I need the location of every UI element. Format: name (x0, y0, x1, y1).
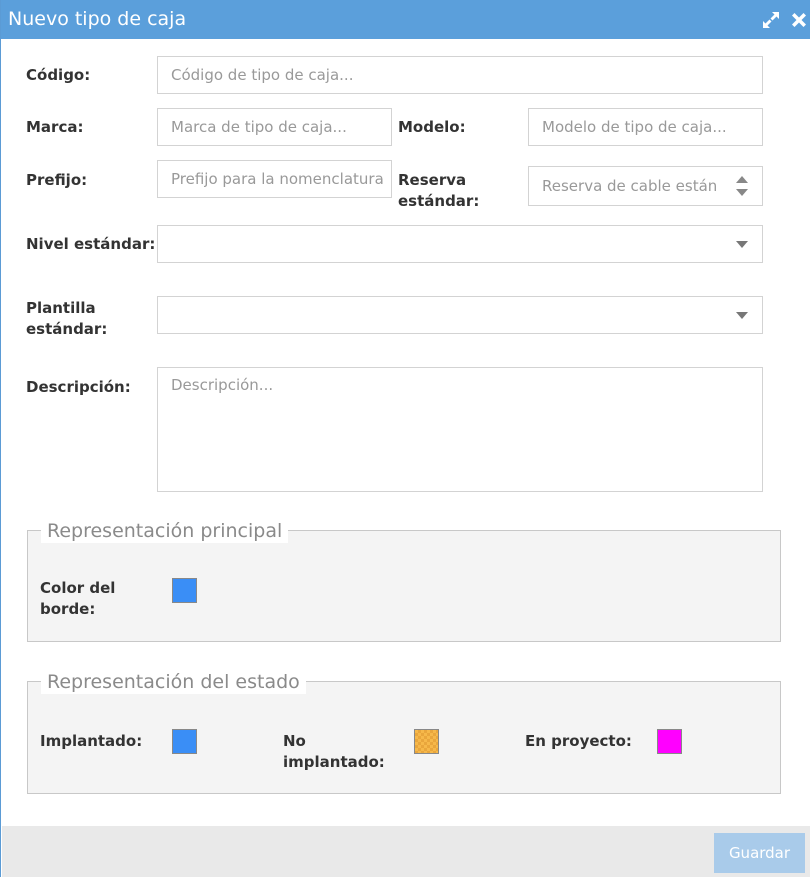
prefijo-input[interactable]: Prefijo para la nomenclatura (157, 160, 392, 198)
codigo-placeholder: Código de tipo de caja... (171, 66, 354, 84)
chevron-down-icon[interactable] (736, 241, 748, 248)
marca-input[interactable]: Marca de tipo de caja... (157, 108, 392, 146)
reserva-label: Reserva estándar: (398, 170, 479, 212)
descripcion-label: Descripción: (26, 378, 131, 396)
principal-fieldset (27, 530, 781, 642)
dialog-title: Nuevo tipo de caja (8, 8, 187, 30)
chevron-down-icon[interactable] (736, 312, 748, 319)
dialog-footer (2, 826, 810, 877)
close-icon[interactable] (789, 10, 809, 30)
estado-legend: Representación del estado (41, 670, 306, 694)
no-implantado-label-line2: implantado: (283, 753, 385, 771)
color-borde-swatch[interactable] (172, 578, 197, 603)
plantilla-label: Plantilla estándar: (26, 298, 107, 340)
spinner-up-icon[interactable] (736, 176, 748, 183)
plantilla-label-line1: Plantilla (26, 299, 96, 317)
spinner-down-icon[interactable] (736, 189, 748, 196)
color-borde-label: Color del borde: (40, 578, 115, 620)
no-implantado-label: No implantado: (283, 731, 385, 773)
prefijo-placeholder: Prefijo para la nomenclatura (171, 170, 384, 188)
nivel-select[interactable] (157, 225, 763, 263)
en-proyecto-color-swatch[interactable] (657, 729, 682, 754)
marca-placeholder: Marca de tipo de caja... (171, 118, 347, 136)
color-borde-label-line1: Color del (40, 579, 116, 597)
dialog-window: Nuevo tipo de caja Código: Código de tip… (0, 0, 810, 877)
no-implantado-label-line1: No (283, 732, 306, 750)
color-borde-label-line2: borde: (40, 600, 96, 618)
reserva-label-line1: Reserva (398, 171, 467, 189)
modelo-label: Modelo: (398, 118, 466, 136)
expand-icon[interactable] (761, 10, 781, 30)
plantilla-select[interactable] (157, 296, 763, 334)
marca-label: Marca: (26, 118, 84, 136)
modelo-placeholder: Modelo de tipo de caja... (542, 118, 727, 136)
en-proyecto-label: En proyecto: (525, 732, 632, 750)
reserva-label-line2: estándar: (398, 192, 480, 210)
descripcion-placeholder: Descripción... (171, 376, 274, 394)
plantilla-label-line2: estándar: (26, 320, 108, 338)
reserva-number-input[interactable]: Reserva de cable están (528, 166, 763, 206)
implantado-label: Implantado: (40, 732, 143, 750)
save-button[interactable]: Guardar (714, 833, 805, 873)
no-implantado-color-swatch[interactable] (414, 729, 439, 754)
reserva-placeholder: Reserva de cable están (542, 177, 718, 195)
descripcion-textarea[interactable]: Descripción... (157, 367, 763, 492)
nivel-label: Nivel estándar: (26, 235, 156, 253)
codigo-input[interactable]: Código de tipo de caja... (157, 56, 763, 94)
implantado-color-swatch[interactable] (172, 729, 197, 754)
prefijo-label: Prefijo: (26, 171, 88, 189)
principal-legend: Representación principal (41, 519, 289, 543)
modelo-input[interactable]: Modelo de tipo de caja... (528, 108, 763, 146)
spinner-arrows-icon[interactable] (736, 176, 748, 198)
codigo-label: Código: (26, 66, 91, 84)
dialog-titlebar[interactable]: Nuevo tipo de caja (1, 0, 810, 39)
